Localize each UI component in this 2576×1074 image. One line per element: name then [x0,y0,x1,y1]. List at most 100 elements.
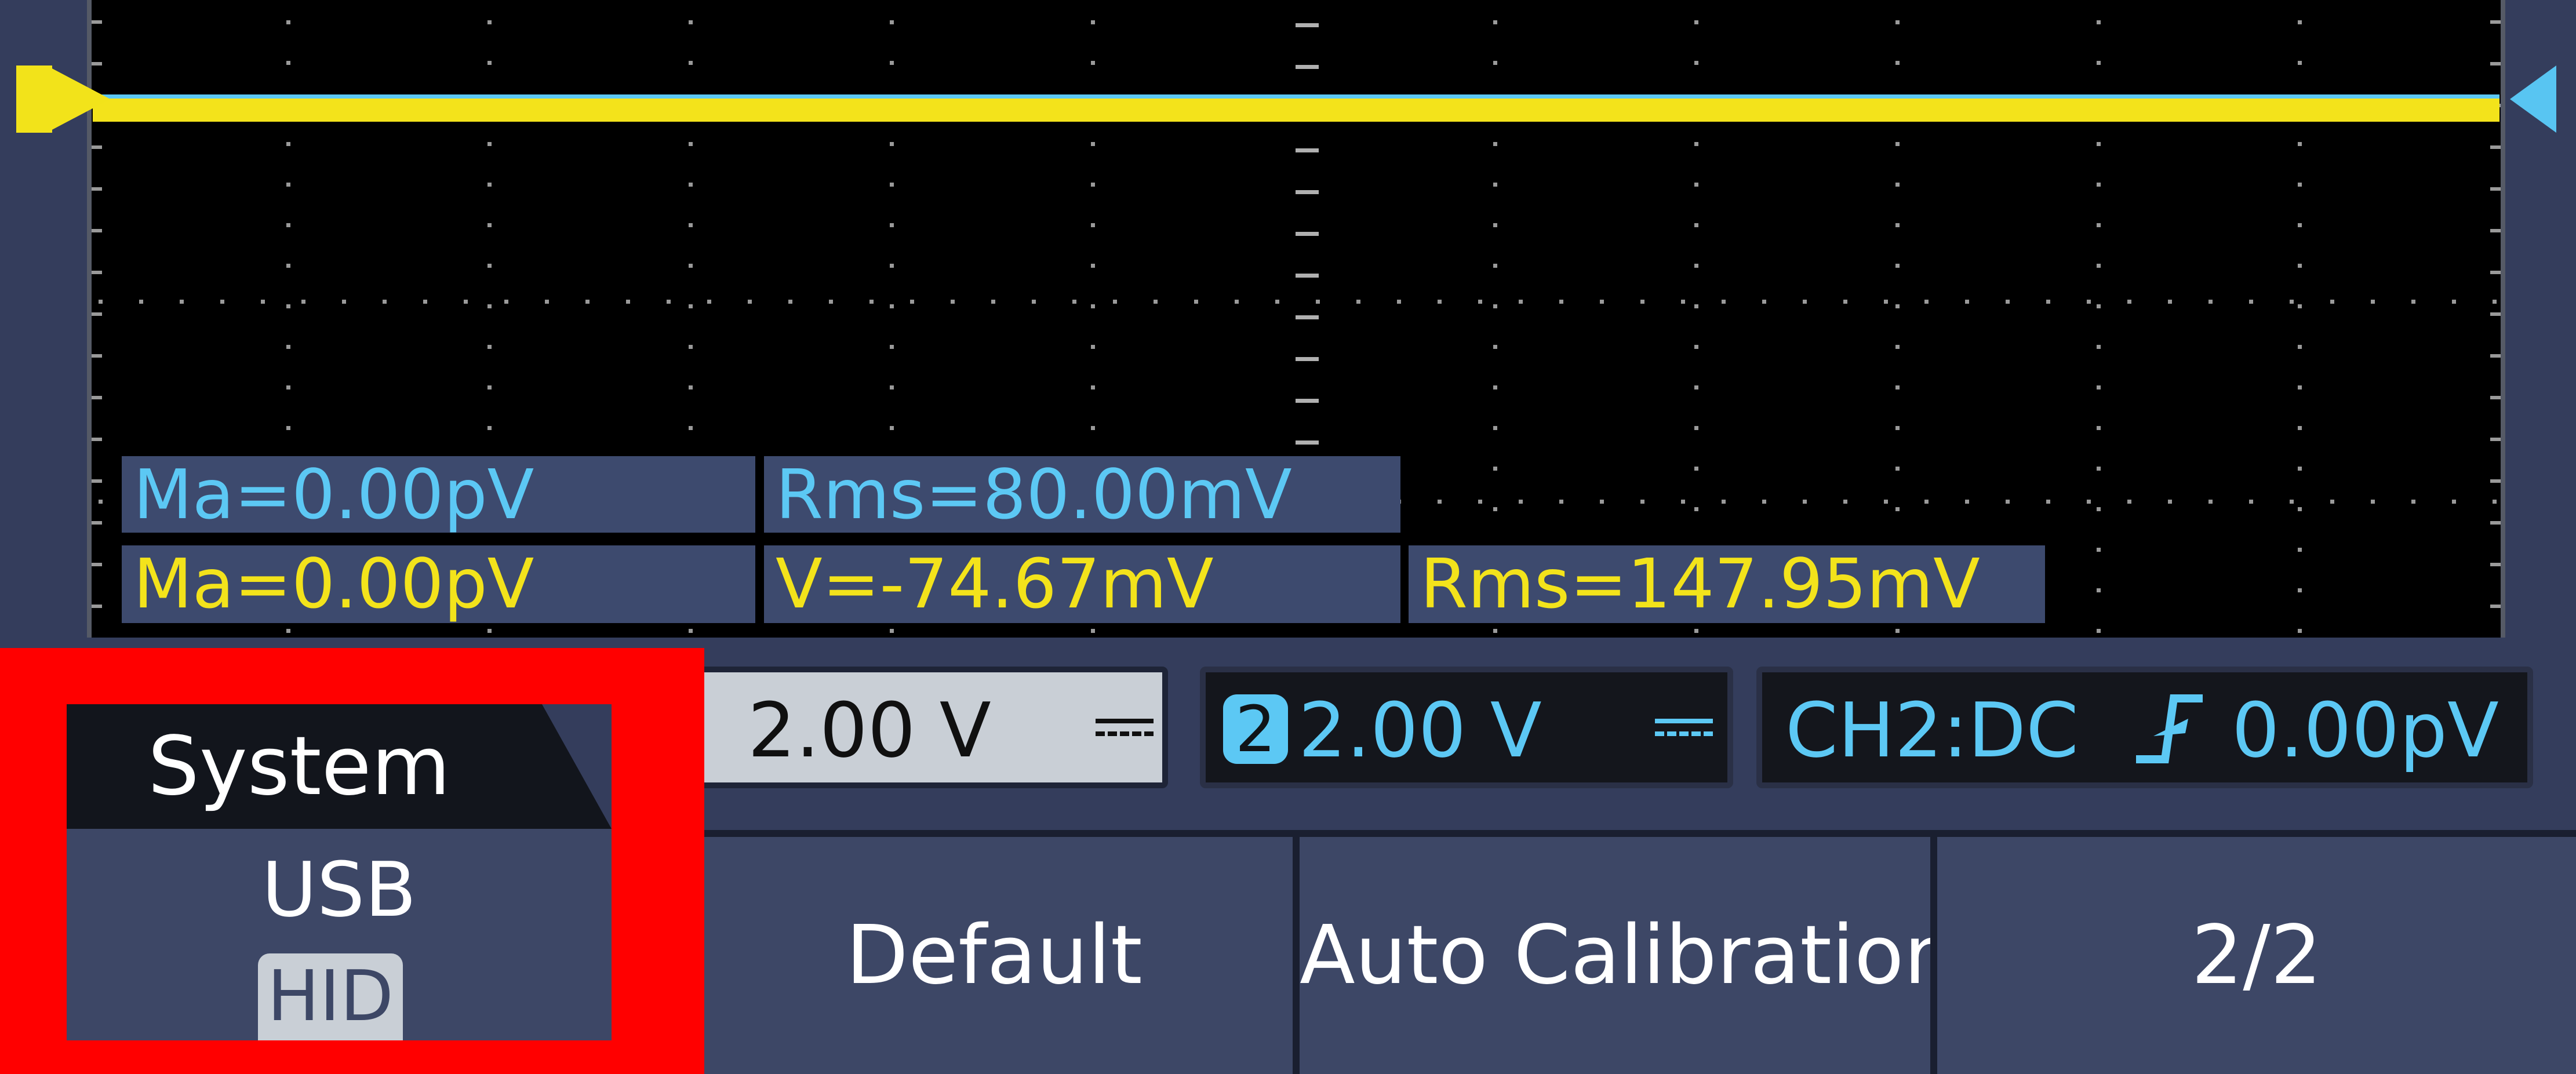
grid-dot [689,345,693,349]
grid-dot [689,385,693,389]
rising-edge-icon [2136,694,2203,763]
grid-dot [1694,223,1698,227]
usb-mode-value: HID [258,953,403,1040]
default-button[interactable]: Default [696,830,1293,1074]
ch1-trace [93,99,2499,122]
grid-dot [286,304,290,308]
dc-coupling-icon [1096,719,1154,747]
ch1-scale-indicator[interactable]: 2.00 V [638,667,1168,788]
grid-dot [2097,588,2101,592]
grid-dot [2298,588,2302,592]
grid-dot [1694,507,1698,511]
grid-dot [1600,500,1604,504]
grid-dot [1438,500,1442,504]
grid-dot [1884,500,1888,504]
grid-dot [2249,300,2253,304]
edge-tick [92,479,102,483]
ch2-badge: 2 [1223,694,1288,764]
trigger-level-marker-icon[interactable] [2510,65,2556,133]
edge-tick [2490,605,2501,608]
grid-dot [1895,264,1900,268]
grid-dot [1091,223,1095,227]
ch1-rms-measurement: Rms=147.95mV [1409,545,2045,623]
grid-dot [667,300,671,304]
grid-dot [286,183,290,187]
grid-dot [2087,500,2091,504]
grid-dot [487,264,492,268]
grid-dot [829,300,833,304]
grid-dot [1493,507,1497,511]
grid-dot [180,300,184,304]
grid-dot [707,300,711,304]
grid-dot [1924,300,1929,304]
trigger-source: CH2:DC [1785,686,2079,774]
grid-dot [487,183,492,187]
grid-dot [1356,300,1360,304]
grid-dot [890,142,894,146]
grid-dot [689,264,693,268]
grid-dot [2298,20,2302,24]
grid-dot [2127,300,2131,304]
ch2-scale-indicator[interactable]: 2 2.00 V [1200,667,1733,788]
grid-dot [1722,500,1726,504]
auto-calibration-button[interactable]: Auto Calibration [1293,830,1955,1074]
grid-dot [2298,629,2302,633]
center-tick [1296,65,1319,69]
grid-dot [1640,500,1644,504]
grid-dot [487,223,492,227]
edge-tick [2490,20,2501,24]
grid-dot [1895,304,1900,308]
edge-tick [2490,563,2501,566]
grid-dot [2097,426,2101,430]
grid-dot [1694,61,1698,65]
edge-tick [2490,229,2501,232]
grid-dot [2097,304,2101,308]
grid-dot [1091,20,1095,24]
center-tick [1296,190,1319,194]
center-tick [1296,274,1319,278]
ch1-level-marker-icon[interactable] [46,65,110,133]
grid-dot [286,20,290,24]
grid-dot [1681,500,1685,504]
grid-dot [1091,629,1095,633]
grid-dot [1895,223,1900,227]
grid-dot [748,300,752,304]
grid-dot [487,345,492,349]
grid-dot [1895,183,1900,187]
grid-dot [1843,300,1847,304]
grid-dot [2493,500,2497,504]
grid-dot [423,300,427,304]
grid-dot [2452,300,2456,304]
grid-dot [2208,500,2213,504]
trigger-level-value: 0.00pV [2232,686,2499,774]
grid-dot [689,304,693,308]
grid-dot [1559,500,1563,504]
grid-dot [1493,467,1497,471]
grid-dot [487,426,492,430]
grid-dot [1275,300,1279,304]
grid-dot [890,223,894,227]
trigger-status[interactable]: CH2:DC 0.00pV [1756,667,2533,788]
grid-dot [1493,629,1497,633]
usb-mode-button[interactable]: USB HID [67,829,612,1040]
grid-dot [951,300,955,304]
grid-dot [910,300,914,304]
grid-dot [2208,300,2213,304]
usb-label: USB [261,846,417,934]
grid-dot [991,300,995,304]
grid-dot [1113,300,1117,304]
grid-dot [1762,300,1766,304]
grid-dot [2006,300,2010,304]
grid-dot [1493,264,1497,268]
grid-dot [890,183,894,187]
grid-dot [1694,629,1698,633]
page-button[interactable]: 2/2 [1930,830,2576,1074]
grid-dot [1091,426,1095,430]
grid-dot [2298,345,2302,349]
center-tick [1296,399,1319,403]
grid-dot [1803,500,1807,504]
grid-dot [890,629,894,633]
grid-dot [1091,385,1095,389]
grid-dot [2298,142,2302,146]
grid-dot [1895,20,1900,24]
